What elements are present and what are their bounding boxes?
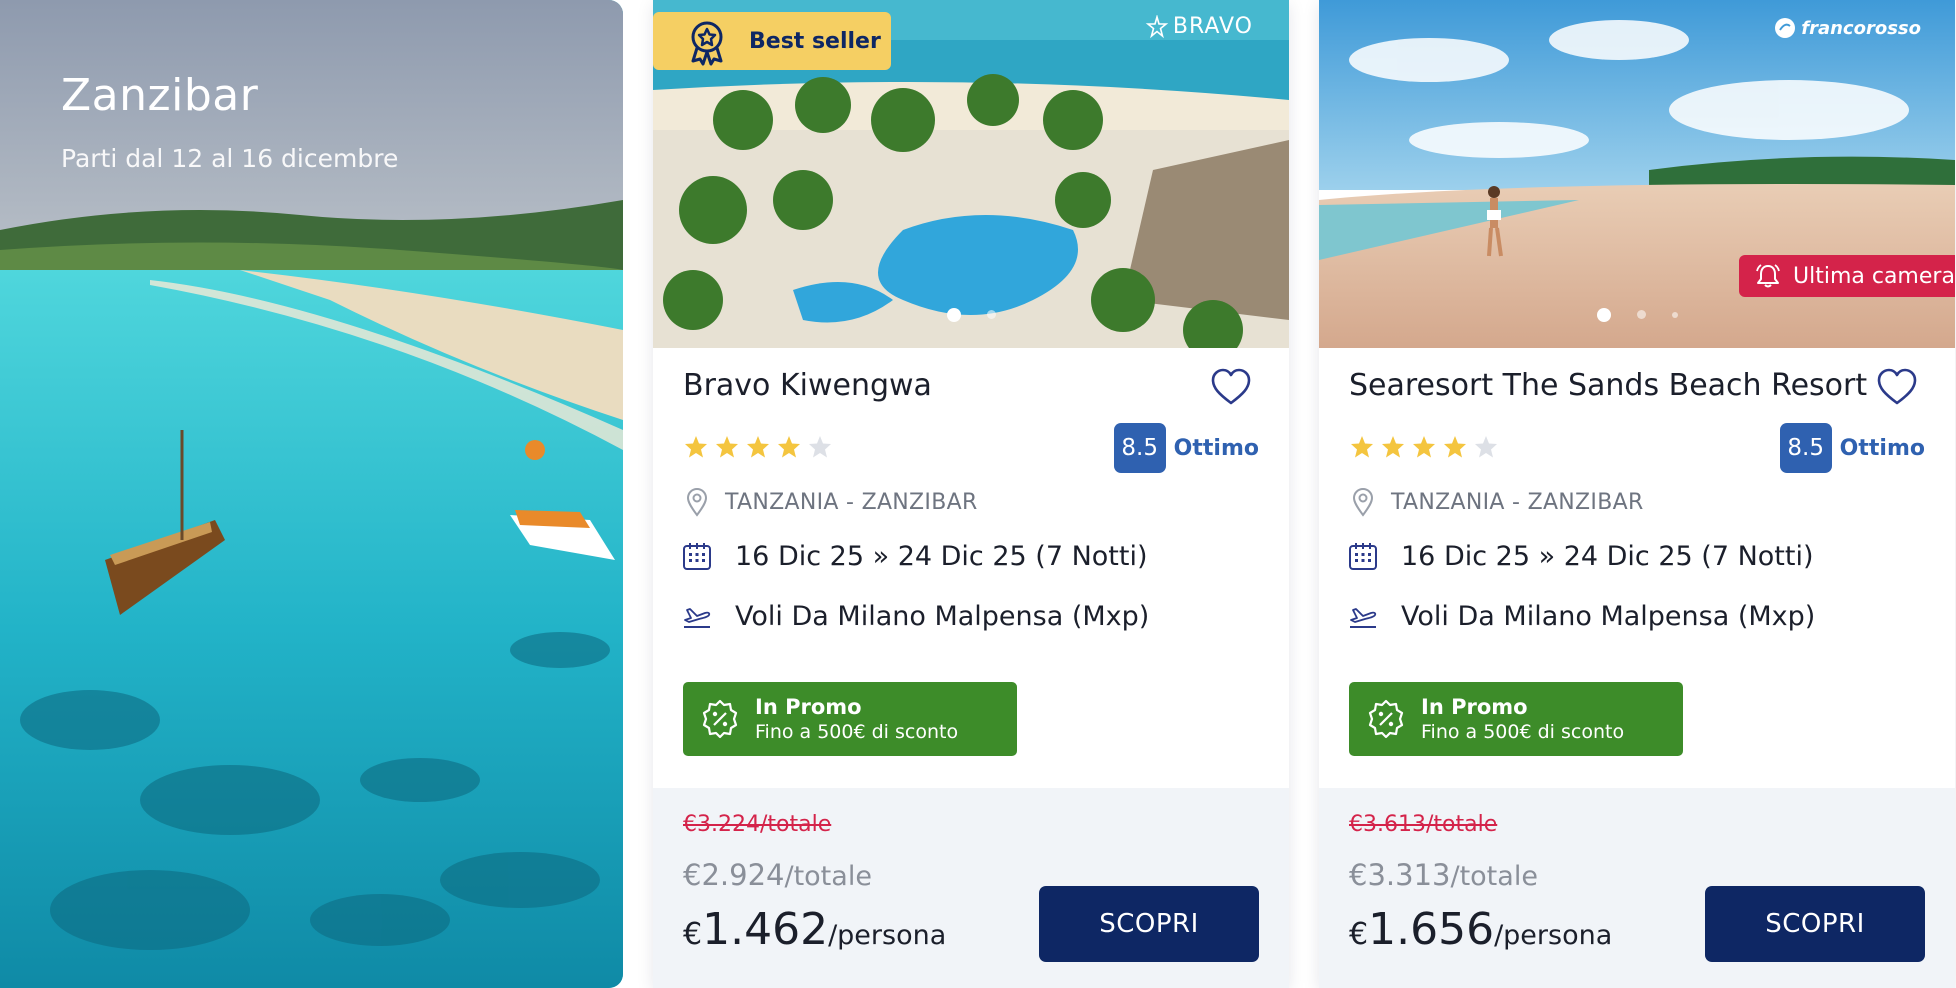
flights-text: Voli Da Milano Malpensa (Mxp) xyxy=(1401,600,1816,632)
hotel-image-carousel[interactable]: Best seller BRAVO xyxy=(653,0,1289,348)
hero-subtitle: Parti dal 12 al 16 dicembre xyxy=(61,144,399,173)
location-pin-icon xyxy=(686,487,708,517)
discounted-total-price: €3.313/totale xyxy=(1349,858,1538,892)
dates-text: 16 Dic 25 » 24 Dic 25 (7 Notti) xyxy=(735,540,1148,572)
hotel-details: Searesort The Sands Beach Resort 8.5 Ott… xyxy=(1319,348,1955,788)
calendar-icon xyxy=(683,543,711,570)
guest-rating: 8.5 Ottimo xyxy=(1113,423,1259,473)
scopri-button[interactable]: SCOPRI xyxy=(1039,886,1259,962)
price-section: €3.224/totale €2.924/totale €1.462/perso… xyxy=(653,788,1289,988)
scopri-button[interactable]: SCOPRI xyxy=(1705,886,1925,962)
carousel-dot[interactable] xyxy=(1596,307,1611,322)
ultima-camera-label: Ultima camera xyxy=(1793,263,1955,289)
promo-title: In Promo xyxy=(1421,695,1528,719)
hero-title: Zanzibar xyxy=(61,70,259,121)
bravo-logo-icon xyxy=(1145,14,1169,38)
carousel-dot[interactable] xyxy=(946,307,961,322)
ultima-camera-tag: Ultima camera xyxy=(1739,255,1955,297)
original-price: €3.613/totale xyxy=(1349,812,1498,837)
promo-subtitle: Fino a 500€ di sconto xyxy=(1421,721,1625,743)
best-seller-badge: Best seller xyxy=(653,12,891,70)
star-icon xyxy=(747,436,769,458)
price-currency: € xyxy=(1349,917,1369,952)
star-icon xyxy=(1382,436,1404,458)
price-section: €3.613/totale €3.313/totale €1.656/perso… xyxy=(1319,788,1955,988)
location-text: TANZANIA - ZANZIBAR xyxy=(1391,489,1644,515)
star-icon xyxy=(1444,436,1466,458)
star-rating xyxy=(683,434,833,460)
plane-icon xyxy=(1350,608,1377,628)
brand-name: BRAVO xyxy=(1172,14,1253,39)
hotel-card-bravo-kiwengwa[interactable]: Best seller BRAVO Bravo Kiwengwa 8.5 Ott… xyxy=(653,0,1289,988)
original-price: €3.224/totale xyxy=(683,812,832,837)
carousel-dot[interactable] xyxy=(1671,311,1678,318)
location-text: TANZANIA - ZANZIBAR xyxy=(725,489,978,515)
star-icon-empty xyxy=(809,436,831,458)
heart-icon[interactable] xyxy=(1209,366,1253,408)
heart-icon[interactable] xyxy=(1875,366,1919,408)
star-icon xyxy=(716,436,738,458)
guest-rating: 8.5 Ottimo xyxy=(1779,423,1925,473)
destination-hero[interactable]: Zanzibar Parti dal 12 al 16 dicembre xyxy=(0,0,623,988)
dates-row: 16 Dic 25 » 24 Dic 25 (7 Notti) xyxy=(1347,540,1814,572)
star-icon xyxy=(1413,436,1435,458)
dates-text: 16 Dic 25 » 24 Dic 25 (7 Notti) xyxy=(1401,540,1814,572)
location-row: TANZANIA - ZANZIBAR xyxy=(1347,486,1644,518)
bell-icon xyxy=(1756,264,1780,288)
star-icon xyxy=(778,436,800,458)
flights-text: Voli Da Milano Malpensa (Mxp) xyxy=(735,600,1150,632)
carousel-dots[interactable] xyxy=(1319,304,1955,323)
discounted-total-unit: /totale xyxy=(784,861,872,892)
price-per-person-unit: /persona xyxy=(828,920,947,951)
price-per-person-unit: /persona xyxy=(1494,920,1613,951)
price-per-person: €1.462/persona xyxy=(683,904,946,955)
price-per-person-value: 1.656 xyxy=(1368,904,1495,955)
discounted-total-price: €2.924/totale xyxy=(683,858,872,892)
discounted-total-value: €2.924 xyxy=(683,858,785,892)
calendar-icon xyxy=(1349,543,1377,570)
promo-percent-icon xyxy=(702,699,738,739)
hotel-name[interactable]: Bravo Kiwengwa xyxy=(683,368,932,403)
promo-subtitle: Fino a 500€ di sconto xyxy=(755,721,959,743)
star-rating xyxy=(1349,434,1499,460)
hotel-details: Bravo Kiwengwa 8.5 Ottimo TANZANIA - ZAN… xyxy=(653,348,1289,788)
star-icon xyxy=(1351,436,1373,458)
hotel-name[interactable]: Searesort The Sands Beach Resort xyxy=(1349,368,1867,403)
best-seller-label: Best seller xyxy=(749,28,881,54)
carousel-dot[interactable] xyxy=(1636,310,1646,319)
discounted-total-unit: /totale xyxy=(1450,861,1538,892)
flights-row: Voli Da Milano Malpensa (Mxp) xyxy=(1347,600,1815,632)
brand-logo: BRAVO xyxy=(1145,14,1253,39)
price-per-person-value: 1.462 xyxy=(702,904,829,955)
promo-banner[interactable]: In Promo Fino a 500€ di sconto xyxy=(1349,682,1683,756)
promo-title: In Promo xyxy=(755,695,862,719)
price-per-person: €1.656/persona xyxy=(1349,904,1612,955)
price-currency: € xyxy=(683,917,703,952)
rating-label: Ottimo xyxy=(1839,435,1925,461)
carousel-dots[interactable] xyxy=(653,304,1289,323)
rating-score: 8.5 xyxy=(1113,423,1166,473)
location-row: TANZANIA - ZANZIBAR xyxy=(681,486,978,518)
dates-row: 16 Dic 25 » 24 Dic 25 (7 Notti) xyxy=(681,540,1148,572)
award-icon xyxy=(691,21,723,66)
star-icon-empty xyxy=(1475,436,1497,458)
plane-icon xyxy=(684,608,711,628)
hotel-image-carousel[interactable]: francorosso Ultima camera xyxy=(1319,0,1955,348)
brand-name: francorosso xyxy=(1801,17,1921,39)
location-pin-icon xyxy=(1352,487,1374,517)
star-icon xyxy=(685,436,707,458)
hotel-card-searesort-the-sands[interactable]: francorosso Ultima camera Searesort The … xyxy=(1319,0,1955,988)
rating-score: 8.5 xyxy=(1779,423,1832,473)
brand-logo: francorosso xyxy=(1773,16,1921,40)
flights-row: Voli Da Milano Malpensa (Mxp) xyxy=(681,600,1149,632)
rating-label: Ottimo xyxy=(1173,435,1259,461)
promo-percent-icon xyxy=(1368,699,1404,739)
francorosso-logo-icon xyxy=(1775,18,1796,38)
promo-banner[interactable]: In Promo Fino a 500€ di sconto xyxy=(683,682,1017,756)
carousel-dot[interactable] xyxy=(986,310,996,319)
discounted-total-value: €3.313 xyxy=(1349,858,1451,892)
